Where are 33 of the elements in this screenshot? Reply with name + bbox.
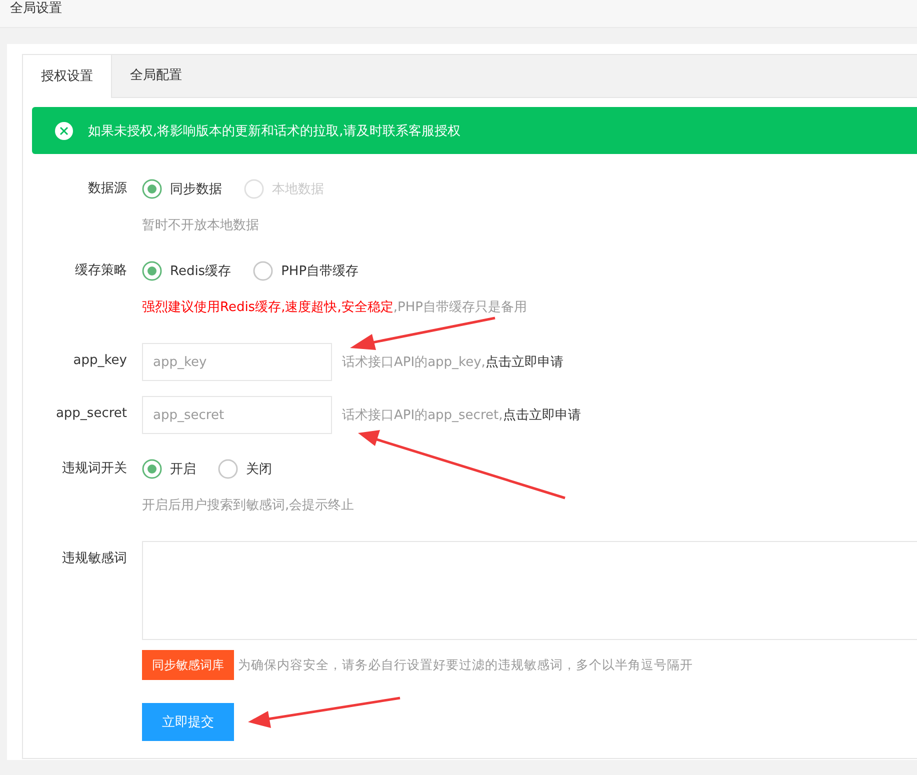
- radio-option[interactable]: PHP自带缓存: [253, 261, 359, 281]
- hint-text: 话术接口API的app_secret,点击立即申请: [342, 407, 581, 424]
- input-field[interactable]: app_key: [142, 343, 332, 381]
- field-label: 违规敏感词: [61, 550, 128, 568]
- tab[interactable]: 授权设置: [23, 55, 112, 98]
- apply-link[interactable]: 点击立即申请: [502, 408, 581, 423]
- alert-text: 如果未授权,将影响版本的更新和话术的拉取,请及时联系客服授权: [88, 122, 460, 140]
- hint-text: 话术接口API的app_key,点击立即申请: [342, 354, 564, 371]
- radio-icon: [142, 179, 162, 199]
- apply-link[interactable]: 点击立即申请: [485, 355, 564, 370]
- radio-option[interactable]: 关闭: [218, 459, 272, 479]
- hint-text: 为确保内容安全，请务必自行设置好要过滤的违规敏感词，多个以半角逗号隔开: [238, 656, 693, 674]
- radio-icon: [142, 459, 162, 479]
- hint-text: 强烈建议使用Redis缓存,速度超快,安全稳定,PHP自带缓存只是备用: [142, 299, 528, 316]
- hint-text: 暂时不开放本地数据: [142, 217, 260, 234]
- field-label: 缓存策略: [74, 262, 128, 280]
- close-icon[interactable]: [54, 120, 74, 140]
- page-title: 全局设置: [10, 1, 63, 17]
- field-label: app_key: [72, 352, 128, 370]
- radio-icon: [218, 459, 238, 479]
- radio-icon: [244, 179, 264, 199]
- radio-option[interactable]: Redis缓存: [142, 261, 232, 281]
- radio-option[interactable]: 开启: [142, 459, 196, 479]
- hint-text: 开启后用户搜索到敏感词,会提示终止: [142, 497, 356, 514]
- input-field[interactable]: app_secret: [142, 396, 332, 434]
- radio-icon: [142, 261, 162, 281]
- field-label: 违规词开关: [61, 460, 128, 478]
- field-label: app_secret: [54, 405, 128, 423]
- field-label: 数据源: [87, 180, 128, 198]
- text-area[interactable]: [142, 541, 917, 640]
- radio-option[interactable]: 同步数据: [142, 179, 222, 199]
- tab[interactable]: 全局配置: [112, 55, 200, 97]
- radio-icon: [253, 261, 274, 281]
